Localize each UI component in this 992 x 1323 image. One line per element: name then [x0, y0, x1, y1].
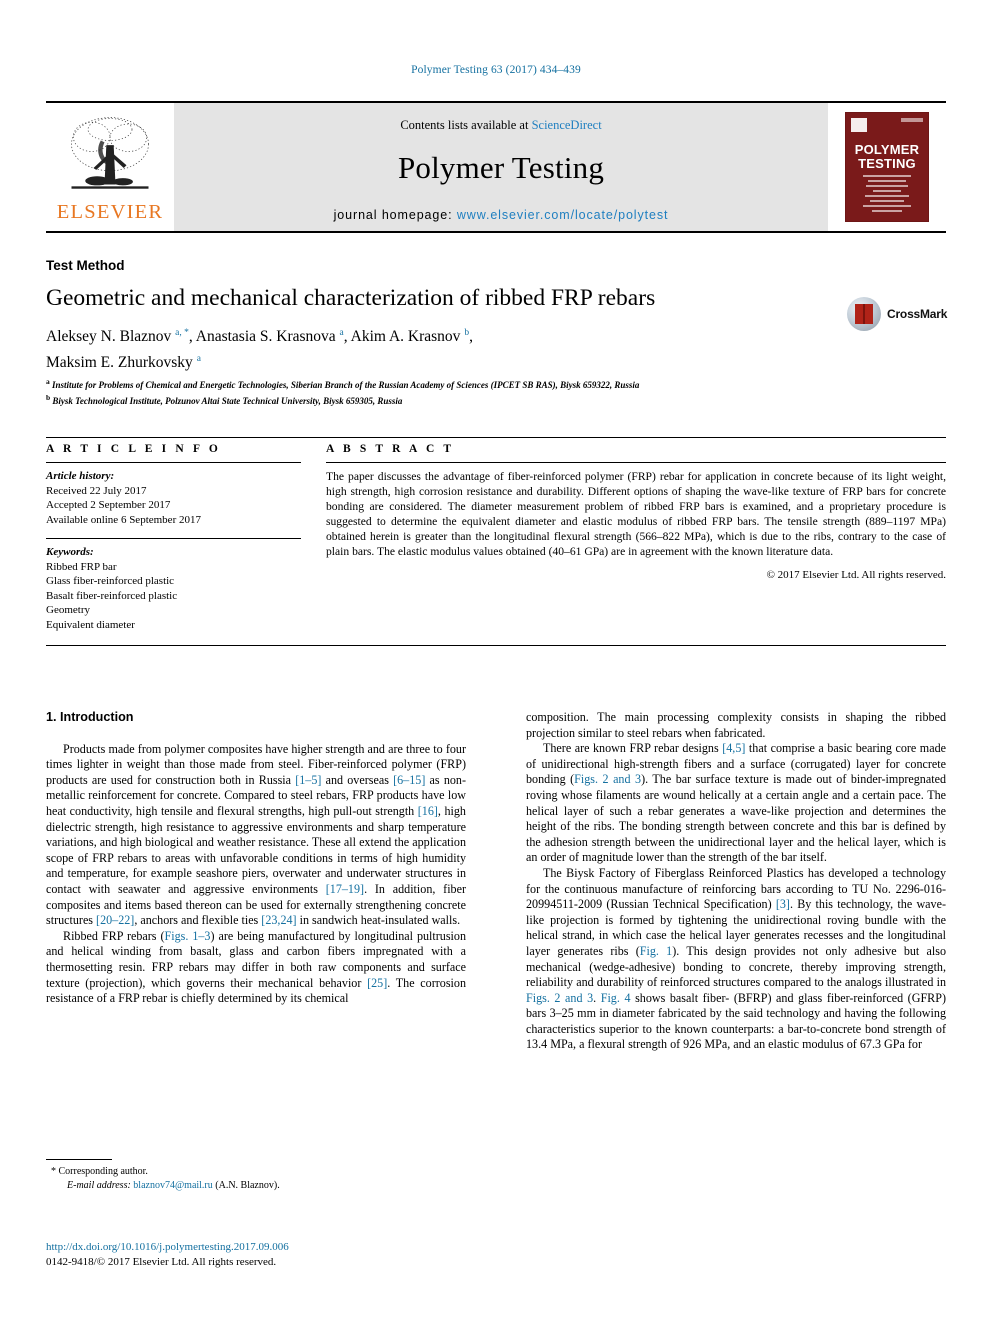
email-label: E-mail address: — [67, 1179, 134, 1191]
citation-link[interactable]: [16] — [418, 804, 438, 818]
body-column-right: composition. The main processing complex… — [526, 710, 946, 1053]
body-paragraph: There are known FRP rebar designs [4,5] … — [526, 741, 946, 865]
abstract-text: The paper discusses the advantage of fib… — [326, 470, 946, 559]
section-heading-introduction: 1. Introduction — [46, 710, 134, 724]
running-head: Polymer Testing 63 (2017) 434–439 — [411, 64, 581, 76]
citation-link[interactable]: [25] — [367, 976, 387, 990]
email-line: E-mail address: blaznov74@mail.ru (A.N. … — [46, 1179, 466, 1193]
keywords-label: Keywords: — [46, 546, 94, 558]
citation-link[interactable]: Figs. 2 and 3 — [574, 772, 641, 786]
homepage-url-link[interactable]: www.elsevier.com/locate/polytest — [457, 208, 669, 222]
affiliation-b: b Biysk Technological Institute, Polzuno… — [46, 392, 403, 406]
journal-masthead: ELSEVIER Contents lists available at Sci… — [46, 101, 946, 233]
email-link[interactable]: blaznov74@mail.ru — [133, 1180, 212, 1191]
keywords-rule — [46, 538, 301, 539]
abstract-rule — [326, 462, 946, 463]
author-line-tail: , — [469, 328, 473, 346]
keyword-item: Equivalent diameter — [46, 618, 135, 631]
page-footer: http://dx.doi.org/10.1016/j.polymertesti… — [46, 1240, 546, 1270]
affiliation-a: a Institute for Problems of Chemical and… — [46, 377, 640, 390]
contents-prefix: Contents lists available at — [400, 118, 532, 132]
keyword-item: Geometry — [46, 604, 90, 616]
affiliation-list: a Institute for Problems of Chemical and… — [46, 376, 926, 407]
article-info-heading: A R T I C L E I N F O — [46, 443, 221, 455]
journal-cover-wrap: POLYMER TESTING — [828, 103, 946, 231]
abstract-heading: A B S T R A C T — [326, 443, 455, 455]
article-history-label: Article history: — [46, 470, 115, 482]
crossmark-label: CrossMark — [887, 307, 948, 321]
body-paragraph: Products made from polymer composites ha… — [46, 741, 466, 928]
citation-link[interactable]: [20–22] — [96, 913, 134, 927]
cover-logo-mark — [851, 118, 867, 132]
homepage-label: journal homepage: — [333, 208, 457, 222]
affiliation-a-text: Institute for Problems of Chemical and E… — [52, 380, 640, 390]
history-item: Available online 6 September 2017 — [46, 513, 201, 526]
journal-title: Polymer Testing — [397, 150, 605, 185]
paper-page: Polymer Testing 63 (2017) 434–439 ELSEVI… — [0, 0, 992, 1323]
article-info-rule — [46, 462, 301, 463]
elsevier-tree-icon — [71, 117, 149, 189]
issn-copyright-line: 0142-9418/© 2017 Elsevier Ltd. All right… — [46, 1256, 277, 1268]
history-item: Received 22 July 2017 — [46, 484, 147, 497]
divider-above-info — [46, 437, 946, 438]
article-info-column: A R T I C L E I N F O Article history: R… — [46, 443, 301, 632]
corresponding-author-footnote: * Corresponding author. E-mail address: … — [46, 1159, 466, 1192]
citation-link[interactable]: Figs. 1–3 — [164, 929, 210, 943]
body-column-left: 1. Introduction Products made from polym… — [46, 710, 466, 1007]
crossmark-badge[interactable]: CrossMark — [847, 291, 947, 337]
citation-link[interactable]: Fig. 1 — [640, 944, 672, 958]
cover-title-line2: TESTING — [858, 156, 916, 171]
masthead-center: Contents lists available at ScienceDirec… — [174, 103, 828, 231]
page-title: Geometric and mechanical characterizatio… — [46, 285, 656, 311]
citation-link[interactable]: [17–19] — [326, 882, 364, 896]
keyword-item: Glass fiber-reinforced plastic — [46, 575, 175, 587]
body-paragraph: composition. The main processing complex… — [526, 710, 946, 740]
doi-link[interactable]: http://dx.doi.org/10.1016/j.polymertesti… — [46, 1240, 546, 1255]
citation-link[interactable]: Figs. 2 and 3 — [526, 991, 593, 1005]
article-info-block: A R T I C L E I N F O Article history: R… — [46, 443, 946, 638]
elsevier-wordmark: ELSEVIER — [56, 201, 164, 224]
citation-link[interactable]: [4,5] — [722, 741, 745, 755]
divider-below-info — [46, 645, 946, 646]
author-4: Maksim E. Zhurkovsky — [46, 354, 197, 372]
footnote-rule — [46, 1159, 112, 1160]
article-history: Article history: Received 22 July 2017 A… — [46, 469, 301, 527]
left-paragraphs: Products made from polymer composites ha… — [46, 742, 466, 1007]
author-list: Aleksey N. Blaznov a, *, Anastasia S. Kr… — [46, 328, 473, 372]
keywords-list: Keywords: Ribbed FRP bar Glass fiber-rei… — [46, 545, 301, 632]
citation-link[interactable]: [6–15] — [393, 773, 425, 787]
affiliation-b-text: Biysk Technological Institute, Polzunov … — [52, 395, 403, 406]
abstract-column: A B S T R A C T The paper discusses the … — [326, 443, 946, 581]
contents-available-line: Contents lists available at ScienceDirec… — [400, 118, 601, 133]
citation-link[interactable]: [3] — [776, 897, 790, 911]
journal-cover-image: POLYMER TESTING — [845, 112, 929, 222]
cover-top-rule — [901, 118, 923, 122]
cover-detail-lines — [853, 172, 921, 215]
email-suffix: (A.N. Blaznov). — [212, 1179, 280, 1191]
cover-title-line1: POLYMER — [854, 142, 920, 157]
keyword-item: Basalt fiber-reinforced plastic — [46, 589, 178, 602]
body-paragraph: The Biysk Factory of Fiberglass Reinforc… — [526, 865, 947, 1052]
right-paragraphs: composition. The main processing complex… — [526, 710, 946, 1053]
history-item: Accepted 2 September 2017 — [46, 499, 171, 511]
cover-title: POLYMER TESTING — [846, 143, 928, 171]
author-3: , Akim A. Krasnov — [343, 328, 465, 346]
abstract-copyright: © 2017 Elsevier Ltd. All rights reserved… — [766, 568, 946, 581]
publisher-logo: ELSEVIER — [46, 103, 174, 231]
citation-link[interactable]: [1–5] — [295, 773, 321, 787]
journal-homepage-line: journal homepage: www.elsevier.com/locat… — [334, 208, 669, 222]
crossmark-icon — [847, 297, 881, 331]
author-1: Aleksey N. Blaznov — [46, 328, 176, 346]
article-section-label: Test Method — [46, 258, 125, 273]
author-2: , Anastasia S. Krasnova — [188, 328, 340, 346]
body-paragraph: Ribbed FRP rebars (Figs. 1–3) are being … — [46, 928, 467, 1006]
keyword-item: Ribbed FRP bar — [46, 560, 117, 573]
sciencedirect-link[interactable]: ScienceDirect — [532, 118, 602, 132]
corresponding-author-line: * Corresponding author. — [51, 1166, 148, 1177]
citation-link[interactable]: [23,24] — [261, 913, 296, 927]
citation-link[interactable]: Fig. 4 — [601, 991, 631, 1005]
